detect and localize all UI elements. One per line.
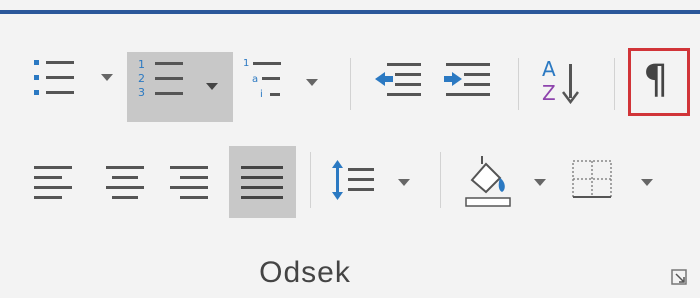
align-left-button[interactable] [28,150,88,216]
dialog-launcher-icon[interactable] [670,268,690,288]
show-hide-marks-button[interactable]: ¶ [628,48,690,116]
separator [614,58,615,110]
multilevel-digit-1: 1 [243,58,249,69]
separator [518,58,519,110]
borders-button[interactable] [566,150,666,212]
sort-letter-z: Z [542,81,556,105]
chevron-down-icon[interactable] [206,83,218,91]
numbering-digit-1: 1 [138,58,145,71]
numbering-icon: 1 2 3 [138,58,183,99]
numbering-button[interactable]: 1 2 3 [127,52,233,122]
decrease-indent-button[interactable] [365,52,433,108]
align-center-button[interactable] [96,150,158,216]
separator [310,152,311,208]
increase-indent-button[interactable] [438,52,506,108]
separator [350,58,351,110]
ribbon-accent-bar [0,0,700,14]
multilevel-list-icon: 1 a i [243,58,281,100]
justify-icon [241,166,283,199]
shading-button[interactable] [456,148,552,214]
align-center-icon [106,166,144,199]
sort-icon: A Z [542,57,579,105]
group-label: Odsek [259,256,351,289]
numbering-digit-2: 2 [138,72,145,85]
borders-icon [572,160,612,198]
increase-indent-icon [444,63,490,96]
justify-button[interactable] [229,146,296,218]
bullets-icon [34,60,74,95]
align-left-icon [34,166,72,199]
bullets-button[interactable] [24,52,124,106]
numbering-digit-3: 3 [138,86,145,99]
multilevel-digit-3: i [260,89,263,100]
line-spacing-icon [332,160,374,200]
separator [440,152,441,208]
sort-letter-a: A [542,57,556,81]
pilcrow-icon: ¶ [643,57,669,103]
chevron-down-icon[interactable] [534,179,546,187]
align-right-icon [170,166,208,199]
sort-button[interactable]: A Z [530,52,602,108]
chevron-down-icon[interactable] [641,179,653,187]
line-spacing-button[interactable] [324,150,420,212]
chevron-down-icon[interactable] [398,179,410,187]
align-right-button[interactable] [164,150,226,216]
multilevel-digit-2: a [252,74,258,85]
multilevel-list-button[interactable]: 1 a i [238,52,328,108]
chevron-down-icon[interactable] [101,74,113,82]
decrease-indent-icon [375,63,421,96]
shading-icon [465,156,511,207]
chevron-down-icon[interactable] [306,79,318,87]
